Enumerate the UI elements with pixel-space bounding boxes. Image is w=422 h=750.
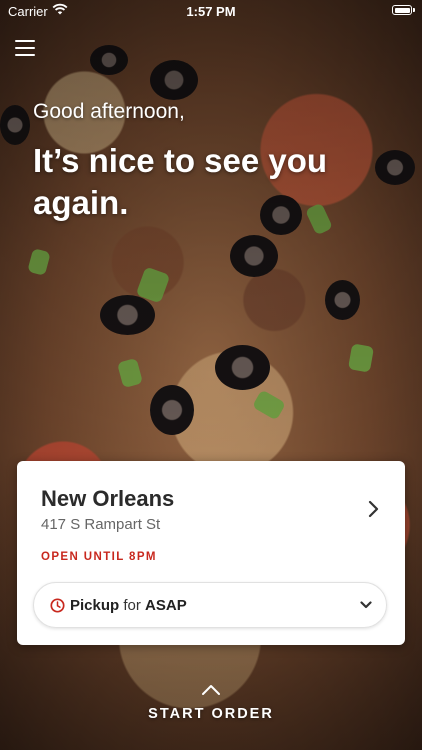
pickup-time-selector[interactable]: Pickup for ASAP	[33, 582, 387, 628]
location-card[interactable]: New Orleans 417 S Rampart St OPEN UNTIL …	[17, 461, 405, 645]
status-bar: Carrier 1:57 PM	[0, 0, 422, 22]
menu-bar	[15, 47, 35, 49]
battery-icon	[392, 5, 415, 15]
clock-time: 1:57 PM	[186, 4, 236, 19]
chevron-down-icon	[360, 601, 372, 609]
pickup-time: ASAP	[145, 597, 187, 614]
start-order-label: START ORDER	[148, 706, 274, 722]
menu-bar	[15, 54, 35, 56]
store-address: 417 S Rampart St	[41, 516, 161, 533]
greeting-headline: It’s nice to see you again.	[33, 142, 328, 221]
clock-icon	[50, 598, 65, 613]
store-city: New Orleans	[41, 486, 175, 511]
pickup-connector: for	[123, 597, 141, 614]
greeting-salutation: Good afternoon,	[33, 100, 185, 123]
hamburger-menu-icon[interactable]	[15, 40, 35, 56]
pickup-mode: Pickup	[70, 597, 120, 614]
chevron-right-icon[interactable]	[363, 499, 383, 519]
start-order-button[interactable]: START ORDER	[0, 684, 422, 730]
chevron-up-icon	[202, 685, 220, 695]
store-hours: OPEN UNTIL 8PM	[41, 551, 157, 563]
pickup-text: Pickup for ASAP	[70, 597, 187, 614]
menu-bar	[15, 40, 35, 42]
